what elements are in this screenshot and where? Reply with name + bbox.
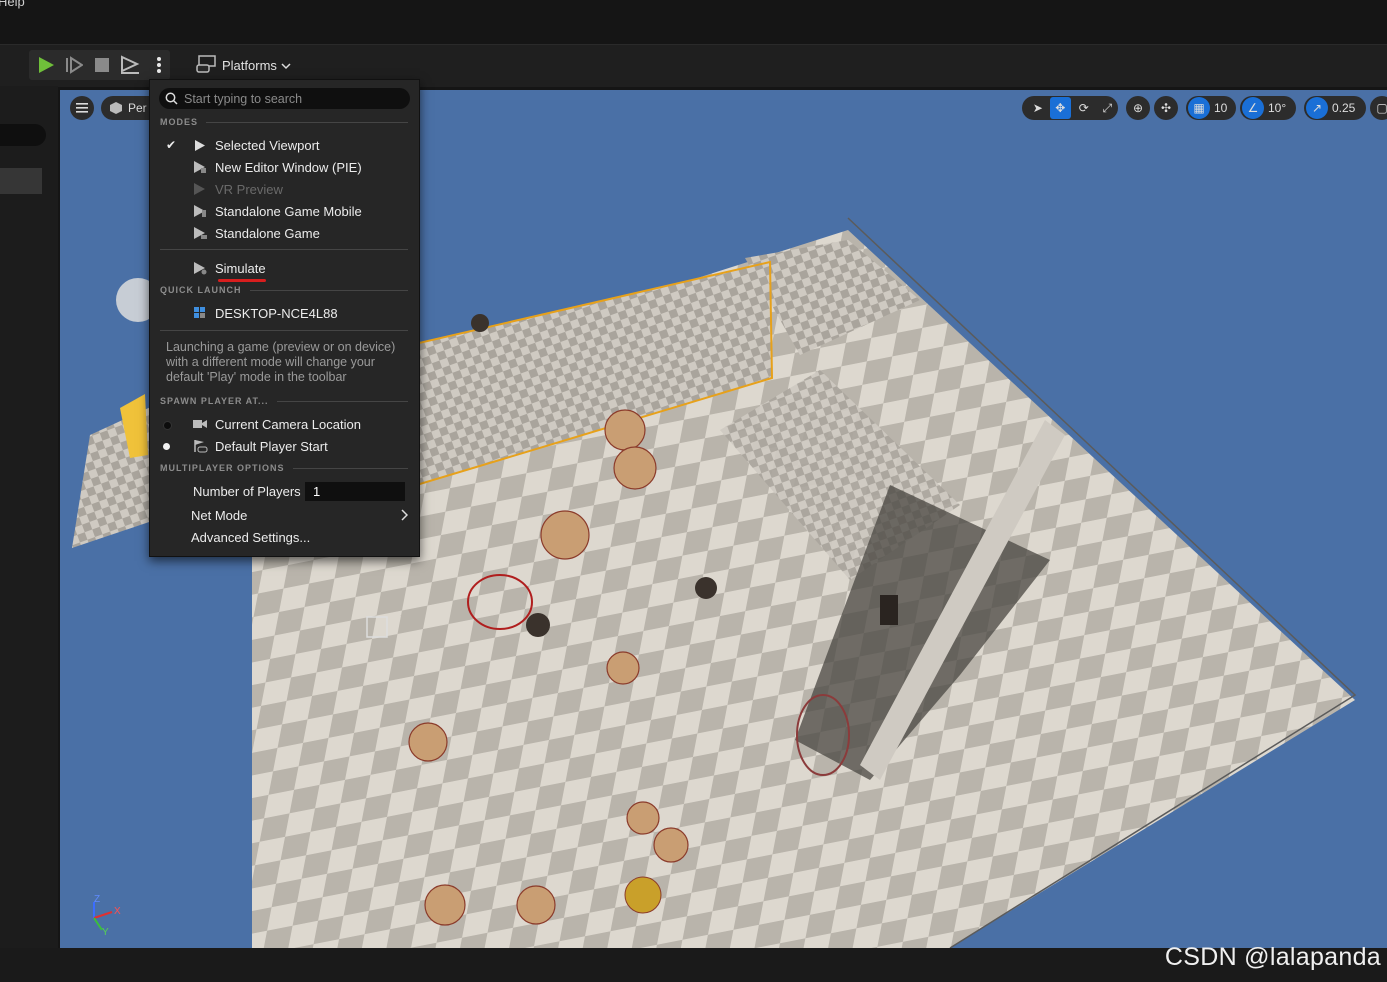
menu-item-selected-viewport[interactable]: ✔ Selected Viewport [150, 134, 419, 156]
mobile-play-icon [192, 203, 208, 219]
multiplayer-header: MULTIPLAYER OPTIONS [160, 463, 408, 473]
menu-item-label: DESKTOP-NCE4L88 [215, 305, 338, 321]
menu-item-label: VR Preview [215, 181, 283, 197]
gold-barrel [624, 876, 662, 914]
eject-icon[interactable] [119, 54, 141, 76]
menu-divider [160, 330, 408, 331]
maximize-icon[interactable]: ▢ [1370, 96, 1387, 120]
scale-snap-icon: ↗ [1306, 97, 1328, 119]
angle-icon: ∠ [1242, 97, 1264, 119]
menu-bar [0, 0, 1387, 45]
menu-item-label: Selected Viewport [215, 137, 320, 153]
advance-frame-icon[interactable] [63, 54, 85, 76]
platforms-icon [196, 54, 218, 76]
spawn-header: SPAWN PLAYER AT... [160, 396, 408, 406]
quick-launch-header-label: QUICK LAUNCH [160, 285, 242, 295]
left-panel [0, 86, 58, 948]
watermark: CSDN @lalapanda [1164, 943, 1381, 971]
search-input[interactable] [182, 90, 406, 107]
standalone-play-icon [192, 225, 208, 241]
scale-icon[interactable]: ⤢ [1097, 101, 1118, 116]
menu-item-label: Advanced Settings... [191, 529, 311, 545]
menu-item-vr-preview[interactable]: VR Preview [150, 178, 419, 200]
transform-tools: ➤ ✥ ⟳ ⤢ [1022, 96, 1118, 120]
axis-z-label: Z [94, 894, 101, 905]
grid-icon: ▦ [1188, 97, 1210, 119]
viewport-options-button[interactable] [70, 96, 94, 120]
grid-snap-button[interactable]: ▦ 10 [1186, 96, 1236, 120]
modes-header-label: MODES [160, 117, 199, 127]
simulate-icon [192, 260, 208, 276]
translate-icon[interactable]: ✥ [1049, 97, 1072, 119]
platforms-button[interactable]: Platforms [196, 52, 291, 78]
menu-item-current-camera[interactable]: Current Camera Location [150, 413, 419, 435]
surface-snap-icon[interactable]: ✣ [1154, 96, 1178, 120]
axis-y-label: Y [102, 927, 109, 938]
axis-x-label: X [114, 906, 121, 917]
menu-item-label: Standalone Game [215, 225, 320, 241]
rotation-snap-button[interactable]: ∠ 10° [1240, 96, 1296, 120]
perspective-label: Per [128, 101, 147, 115]
vr-icon [192, 181, 208, 197]
menu-item-label: Simulate [215, 260, 266, 276]
menu-search[interactable] [159, 88, 410, 109]
modes-header: MODES [160, 117, 408, 127]
menu-help-text: Launching a game (preview or on device) … [166, 340, 396, 384]
check-icon: ✔ [165, 138, 177, 152]
menu-item-simulate[interactable]: Simulate [150, 257, 419, 279]
play-icon[interactable] [35, 54, 57, 76]
quick-launch-header: QUICK LAUNCH [160, 285, 408, 295]
menu-help[interactable]: Help [0, 0, 25, 9]
player-start-icon [192, 438, 208, 454]
axis-gizmo: Z X Y [86, 894, 126, 938]
menu-item-label: Net Mode [191, 507, 248, 523]
menu-item-label: New Editor Window (PIE) [215, 159, 362, 175]
play-icon [192, 137, 208, 153]
menu-item-device[interactable]: DESKTOP-NCE4L88 [150, 302, 419, 324]
menu-item-label: Current Camera Location [215, 416, 361, 432]
menu-item-standalone-game[interactable]: Standalone Game [150, 222, 419, 244]
menu-item-default-player-start[interactable]: Default Player Start [150, 435, 419, 457]
stop-icon[interactable] [91, 54, 113, 76]
scale-snap-button[interactable]: ↗ 0.25 [1304, 96, 1366, 120]
cube-icon [110, 102, 122, 114]
scale-snap-value: 0.25 [1332, 101, 1356, 115]
players-label: Number of Players [193, 483, 301, 499]
menu-item-label: Standalone Game Mobile [215, 203, 362, 219]
hamburger-icon [76, 103, 88, 113]
menu-item-label: Default Player Start [215, 438, 328, 454]
radio-unselected [163, 421, 172, 430]
menu-item-net-mode[interactable]: Net Mode [150, 504, 419, 526]
windows-device-icon [192, 305, 208, 321]
camera-icon [192, 416, 208, 432]
world-local-icon[interactable]: ⊕ [1126, 96, 1150, 120]
menu-item-new-editor-window[interactable]: New Editor Window (PIE) [150, 156, 419, 178]
pedestal [880, 595, 898, 625]
rotate-icon[interactable]: ⟳ [1073, 101, 1094, 115]
menu-divider [160, 249, 408, 250]
menu-item-advanced-settings[interactable]: Advanced Settings... [150, 526, 419, 548]
left-panel-item[interactable] [0, 168, 42, 194]
play-options-menu: MODES ✔ Selected Viewport New Editor Win… [149, 79, 420, 557]
chevron-right-icon [400, 509, 408, 521]
window-play-icon [192, 159, 208, 175]
search-icon [165, 92, 178, 105]
chevron-down-icon [281, 58, 291, 73]
grid-snap-value: 10 [1214, 101, 1228, 115]
players-input[interactable]: 1 [305, 482, 405, 501]
left-panel-search[interactable] [0, 124, 46, 146]
radio-selected [163, 443, 170, 450]
more-options-icon[interactable] [148, 54, 170, 76]
platforms-label: Platforms [222, 57, 277, 73]
spawn-header-label: SPAWN PLAYER AT... [160, 396, 269, 406]
multiplayer-header-label: MULTIPLAYER OPTIONS [160, 463, 285, 473]
select-icon[interactable]: ➤ [1028, 101, 1048, 115]
menu-item-standalone-mobile[interactable]: Standalone Game Mobile [150, 200, 419, 222]
rotation-snap-value: 10° [1268, 101, 1287, 115]
annotation-underline [218, 279, 266, 282]
